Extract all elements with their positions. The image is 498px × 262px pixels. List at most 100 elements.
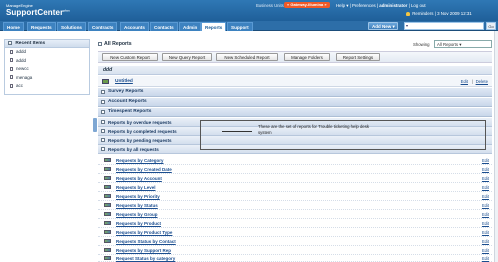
list-item: Requests Status by Contact Edit	[98, 237, 492, 246]
tab-admin[interactable]: Admin	[179, 22, 202, 31]
report-icon	[104, 194, 111, 198]
expand-icon[interactable]	[101, 110, 105, 114]
tab-solutions[interactable]: Solutions	[57, 22, 86, 31]
new-custom-report-button[interactable]: New Custom Report	[102, 53, 158, 61]
recent-items-header[interactable]: - Recent Items	[5, 40, 89, 48]
report-link[interactable]: Requests by Product Type	[116, 230, 172, 235]
expand-icon[interactable]	[101, 90, 105, 94]
section-timespent-reports[interactable]: Timespent Reports	[98, 108, 492, 117]
delete-link[interactable]: Delete	[476, 79, 488, 84]
edit-link[interactable]: Edit	[482, 221, 489, 226]
help-preferences-links[interactable]: Help ▾ | Preferences |	[336, 3, 379, 8]
edit-link[interactable]: Edit	[482, 176, 489, 181]
annotation-text: These are the set of reports for Trouble…	[258, 124, 370, 135]
recent-item[interactable]: menaga	[5, 74, 89, 83]
collapse-icon[interactable]: -	[8, 40, 12, 45]
document-icon	[10, 66, 13, 71]
edit-link[interactable]: Edit	[482, 230, 489, 235]
report-link[interactable]: Requests by Created Date	[116, 167, 172, 172]
user-name[interactable]: administrator	[379, 3, 407, 8]
main-nav: Home Requests Solutions Contracts Accoun…	[0, 21, 498, 31]
panel-toggle-handle[interactable]	[93, 118, 97, 132]
report-icon	[104, 176, 111, 180]
collapse-icon[interactable]	[101, 147, 105, 151]
report-link[interactable]: Request Status by category	[116, 256, 175, 261]
report-link[interactable]: Requests by Priority	[116, 194, 160, 199]
report-icon	[102, 79, 109, 84]
expand-icon[interactable]	[101, 138, 105, 142]
list-item: Requests by Priority Edit	[98, 192, 492, 201]
report-link[interactable]: Requests by Level	[116, 185, 156, 190]
business-units-label: Business Units	[256, 3, 284, 8]
tab-accounts[interactable]: Accounts	[120, 22, 149, 31]
folder-header[interactable]: ddd	[98, 66, 492, 75]
report-link[interactable]: Requests by Account	[116, 176, 162, 181]
list-item: Requests by Created Date Edit	[98, 165, 492, 174]
app-logo[interactable]: ManageEngine SupportCenterplus	[6, 3, 70, 17]
report-link[interactable]: Requests by Product	[116, 221, 161, 226]
new-scheduled-report-button[interactable]: New Scheduled Report	[216, 53, 278, 61]
report-settings-button[interactable]: Report Settings	[336, 53, 380, 61]
edit-link[interactable]: Edit	[482, 185, 489, 190]
edit-link[interactable]: Edit	[482, 167, 489, 172]
page-scrollbar[interactable]	[494, 31, 498, 262]
tab-contracts[interactable]: Contracts	[88, 22, 118, 31]
business-unit-selector[interactable]: « Gateway-Illumina »	[284, 2, 330, 8]
report-link[interactable]: Untitled	[115, 79, 133, 84]
recent-item[interactable]: acc	[5, 82, 89, 91]
edit-link[interactable]: Edit	[482, 203, 489, 208]
list-item: Requests by Product Edit	[98, 219, 492, 228]
list-item: Requests by Category Edit	[98, 156, 492, 165]
expand-icon[interactable]	[101, 100, 105, 104]
edit-link[interactable]: Edit	[461, 79, 468, 84]
section-account-reports[interactable]: Account Reports	[98, 98, 492, 107]
expand-icon[interactable]	[101, 129, 105, 133]
recent-item[interactable]: addd	[5, 57, 89, 66]
expand-icon[interactable]	[101, 120, 105, 124]
showing-select[interactable]: All Reports ▾	[434, 40, 492, 48]
search-go-button[interactable]: Go	[486, 22, 496, 30]
tab-support[interactable]: Support	[227, 22, 253, 31]
list-item: Requests by Group Edit	[98, 210, 492, 219]
edit-link[interactable]: Edit	[482, 212, 489, 217]
showing-label: Showing	[413, 42, 430, 47]
recent-item[interactable]: newcc	[5, 65, 89, 74]
page-title: All Reports	[98, 41, 132, 47]
report-icon	[104, 212, 111, 216]
edit-link[interactable]: Edit	[482, 256, 489, 261]
app-header: ManageEngine SupportCenterplus Business …	[0, 0, 498, 21]
tab-reports[interactable]: Reports	[201, 22, 227, 31]
top-links: Help ▾ | Preferences | administrator | L…	[336, 3, 426, 8]
separator: |	[471, 79, 473, 84]
bell-icon	[406, 11, 410, 16]
report-link[interactable]: Requests by Category	[116, 158, 164, 163]
edit-link[interactable]: Edit	[482, 239, 489, 244]
tab-home[interactable]: Home	[3, 22, 24, 31]
list-item: Requests by Product Type Edit	[98, 228, 492, 237]
edit-link[interactable]: Edit	[482, 194, 489, 199]
edit-link[interactable]: Edit	[482, 248, 489, 253]
recent-items-panel: - Recent Items addd addd newcc menaga ac…	[4, 39, 90, 95]
report-icon	[104, 248, 111, 252]
add-new-button[interactable]: Add New ▾	[368, 22, 398, 30]
document-icon	[10, 49, 13, 54]
reminders-link[interactable]: Reminders	[412, 11, 433, 16]
new-query-report-button[interactable]: New Query Report	[162, 53, 212, 61]
list-item: Requests by Account Edit	[98, 174, 492, 183]
section-survey-reports[interactable]: Survey Reports	[98, 88, 492, 97]
logout-link[interactable]: Log out	[411, 3, 426, 8]
edit-link[interactable]: Edit	[482, 158, 489, 163]
document-icon	[10, 83, 13, 88]
report-icon	[104, 221, 111, 225]
tab-contacts[interactable]: Contacts	[150, 22, 178, 31]
recent-item[interactable]: addd	[5, 48, 89, 57]
report-link[interactable]: Requests by Status	[116, 203, 158, 208]
manage-folders-button[interactable]: Manage Folders	[284, 53, 330, 61]
search-category-dropdown[interactable]: ▾	[406, 23, 418, 29]
tab-requests[interactable]: Requests	[27, 22, 56, 31]
report-link[interactable]: Requests by Support Rep	[116, 248, 171, 253]
search-input[interactable]: ▾	[404, 22, 484, 30]
report-link[interactable]: Requests by Group	[116, 212, 158, 217]
collapse-icon[interactable]	[98, 41, 102, 46]
report-link[interactable]: Requests Status by Contact	[116, 239, 176, 244]
